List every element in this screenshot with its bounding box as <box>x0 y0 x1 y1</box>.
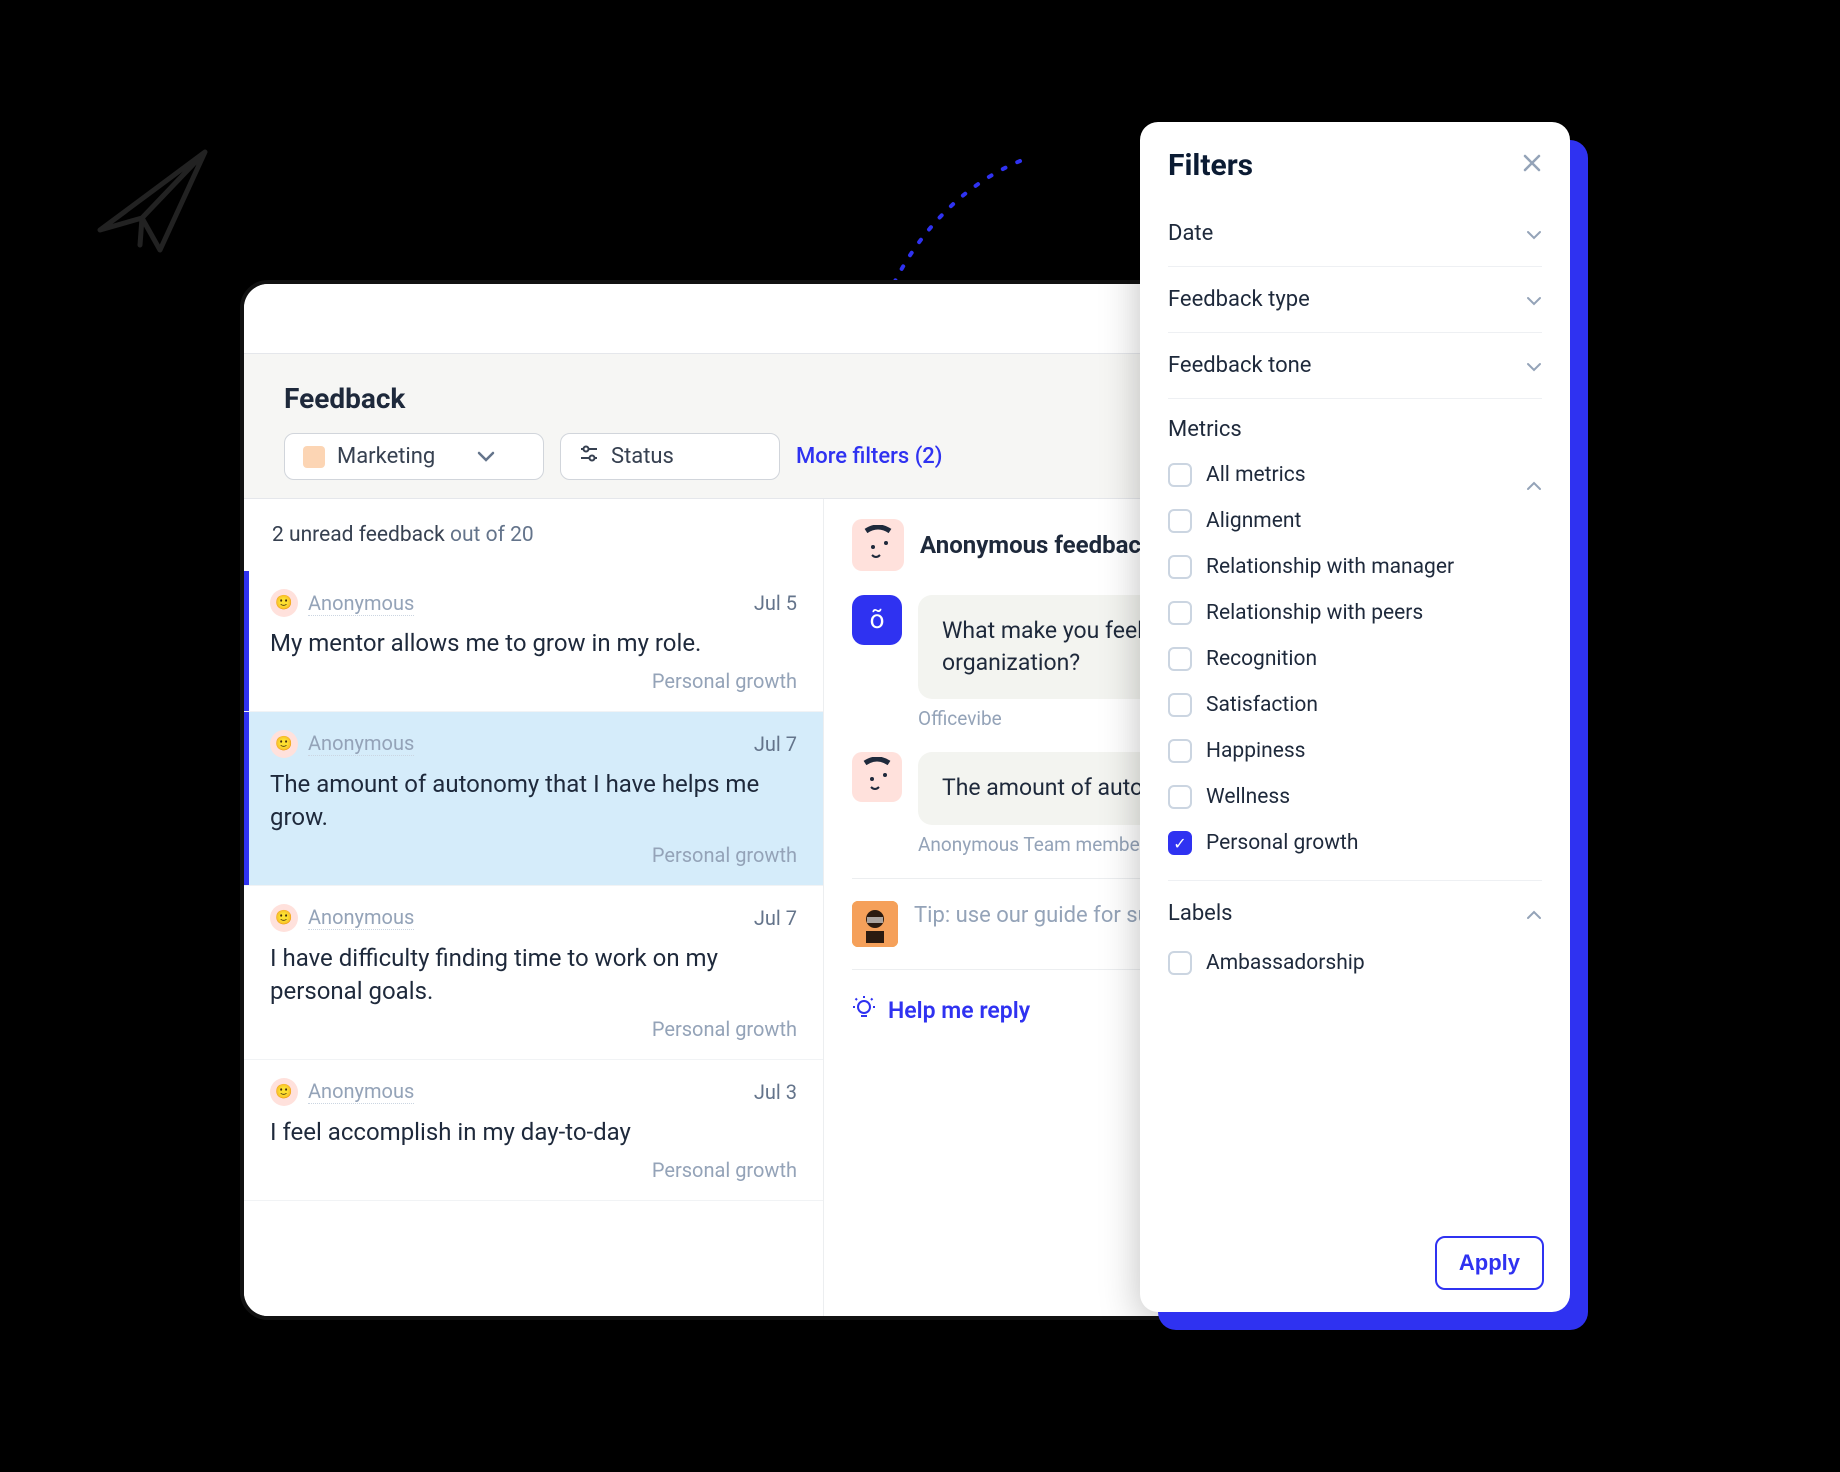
label-option[interactable]: Ambassadorship <box>1168 940 1542 986</box>
filters-title: Filters <box>1168 148 1253 183</box>
checkbox-label: Alignment <box>1206 509 1301 533</box>
unread-total: out of 20 <box>450 523 534 547</box>
filter-section-date[interactable]: Date <box>1168 201 1542 267</box>
list-item[interactable]: 🙂 Anonymous Jul 3 I feel accomplish in m… <box>244 1060 823 1201</box>
close-icon[interactable] <box>1522 153 1542 179</box>
filter-section-tone[interactable]: Feedback tone <box>1168 333 1542 399</box>
metric-option[interactable]: Wellness <box>1168 774 1542 820</box>
checkbox-label: Happiness <box>1206 739 1306 763</box>
paper-plane-icon <box>90 140 220 260</box>
checkbox[interactable] <box>1168 693 1192 717</box>
checkbox[interactable] <box>1168 509 1192 533</box>
chevron-up-icon[interactable] <box>1526 476 1542 495</box>
list-item[interactable]: 🙂 Anonymous Jul 7 I have difficulty find… <box>244 886 823 1060</box>
status-filter[interactable]: Status <box>560 433 780 480</box>
checkbox[interactable] <box>1168 785 1192 809</box>
chevron-down-icon <box>1526 221 1542 246</box>
list-item[interactable]: 🙂 Anonymous Jul 5 My mentor allows me to… <box>244 571 823 712</box>
avatar: 🙂 <box>270 589 298 617</box>
labels-title: Labels <box>1168 901 1233 926</box>
date-label: Jul 7 <box>754 906 797 930</box>
chevron-down-icon <box>1526 353 1542 378</box>
unread-summary: 2 unread feedback out of 20 <box>244 499 823 571</box>
feedback-text: I have difficulty finding time to work o… <box>270 942 797 1009</box>
help-me-reply-label: Help me reply <box>888 997 1030 1024</box>
checkbox[interactable] <box>1168 951 1192 975</box>
avatar <box>852 752 902 802</box>
list-item[interactable]: 🙂 Anonymous Jul 7 The amount of autonomy… <box>244 712 823 886</box>
metric-option[interactable]: All metrics <box>1168 452 1526 498</box>
category-label: Marketing <box>337 444 435 469</box>
feedback-text: My mentor allows me to grow in my role. <box>270 627 797 661</box>
metric-option[interactable]: Relationship with peers <box>1168 590 1542 636</box>
metric-option[interactable]: Alignment <box>1168 498 1542 544</box>
date-label: Jul 3 <box>754 1080 797 1104</box>
category-dropdown[interactable]: Marketing <box>284 433 544 480</box>
author-label: Anonymous <box>308 731 414 756</box>
filter-section-metrics: Metrics All metrics Alignment Relationship… <box>1168 399 1542 881</box>
category-swatch <box>303 446 325 468</box>
feedback-tag: Personal growth <box>270 1017 797 1041</box>
avatar: 🙂 <box>270 1078 298 1106</box>
author-label: Anonymous <box>308 905 414 930</box>
checkbox-label: Wellness <box>1206 785 1290 809</box>
filter-section-type[interactable]: Feedback type <box>1168 267 1542 333</box>
filter-section-labels: Labels Ambassadorship <box>1168 881 1542 1006</box>
checkbox[interactable] <box>1168 647 1192 671</box>
sliders-icon <box>579 444 599 469</box>
feedback-text: The amount of autonomy that I have helps… <box>270 768 797 835</box>
feedback-list: 2 unread feedback out of 20 🙂 Anonymous … <box>244 499 824 1316</box>
metrics-title: Metrics <box>1168 417 1542 442</box>
lightbulb-icon <box>852 996 876 1026</box>
checkbox[interactable] <box>1168 739 1192 763</box>
checkbox[interactable] <box>1168 463 1192 487</box>
officevibe-avatar: õ <box>852 595 902 645</box>
author-label: Anonymous <box>308 591 414 616</box>
checkbox-label: Relationship with peers <box>1206 601 1423 625</box>
checkbox[interactable] <box>1168 555 1192 579</box>
feedback-tag: Personal growth <box>270 1158 797 1182</box>
feedback-tag: Personal growth <box>270 843 797 867</box>
status-label: Status <box>611 444 674 469</box>
chevron-down-icon <box>1526 287 1542 312</box>
checkbox-label: Satisfaction <box>1206 693 1318 717</box>
checkbox-label: Recognition <box>1206 647 1317 671</box>
date-label: Jul 7 <box>754 732 797 756</box>
checkbox-label: All metrics <box>1206 463 1306 487</box>
coach-avatar <box>852 901 898 947</box>
metric-option[interactable]: ✓ Personal growth <box>1168 820 1542 866</box>
more-filters-link[interactable]: More filters (2) <box>796 444 943 469</box>
chevron-down-icon <box>477 444 495 469</box>
feedback-tag: Personal growth <box>270 669 797 693</box>
filter-section-label: Feedback type <box>1168 287 1310 312</box>
metric-option[interactable]: Satisfaction <box>1168 682 1542 728</box>
detail-title: Anonymous feedback <box>920 531 1154 559</box>
apply-button[interactable]: Apply <box>1435 1236 1544 1290</box>
metric-option[interactable]: Recognition <box>1168 636 1542 682</box>
checkbox-label: Relationship with manager <box>1206 555 1454 579</box>
metric-option[interactable]: Relationship with manager <box>1168 544 1542 590</box>
filter-section-label: Feedback tone <box>1168 353 1311 378</box>
chevron-up-icon[interactable] <box>1526 901 1542 926</box>
checkbox-label: Ambassadorship <box>1206 951 1365 975</box>
date-label: Jul 5 <box>754 591 797 615</box>
metric-option[interactable]: Happiness <box>1168 728 1542 774</box>
checkbox[interactable]: ✓ <box>1168 831 1192 855</box>
checkbox-label: Personal growth <box>1206 831 1358 855</box>
author-label: Anonymous <box>308 1079 414 1104</box>
filter-section-label: Date <box>1168 221 1213 246</box>
filters-panel: Filters Date Feedback type Feedback tone… <box>1140 122 1570 1312</box>
avatar <box>852 519 904 571</box>
avatar: 🙂 <box>270 904 298 932</box>
avatar: 🙂 <box>270 730 298 758</box>
checkbox[interactable] <box>1168 601 1192 625</box>
unread-count: 2 unread feedback <box>272 523 445 547</box>
feedback-text: I feel accomplish in my day-to-day <box>270 1116 797 1150</box>
